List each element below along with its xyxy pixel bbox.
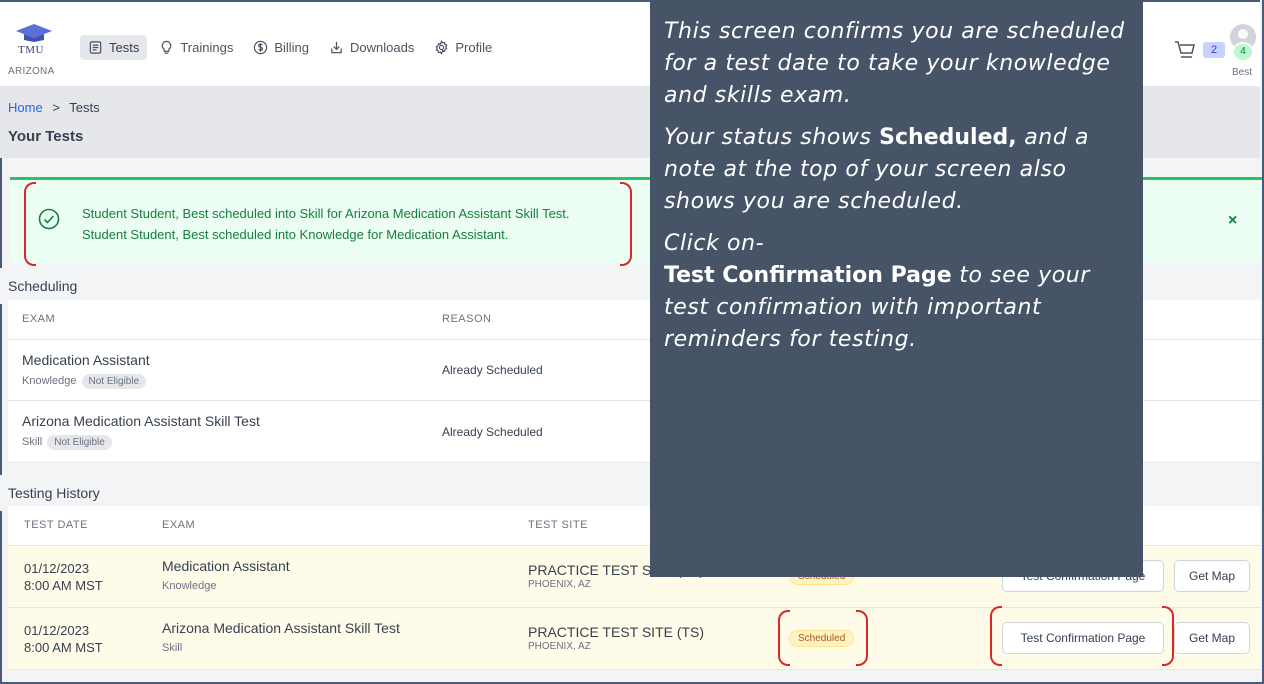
reason-text: Already Scheduled	[442, 363, 543, 377]
test-time: 8:00 AM MST	[24, 640, 103, 655]
nav-tests[interactable]: Tests	[80, 35, 148, 60]
exam-type: Skill	[162, 642, 183, 654]
status-badge: Scheduled	[789, 630, 855, 647]
nav-profile-label: Profile	[455, 40, 493, 55]
callout-status-highlight: Scheduled,	[879, 125, 1017, 150]
lightbulb-icon	[162, 40, 172, 54]
test-date: 01/12/2023	[24, 623, 90, 638]
alert-line-skill: Student Student, Best scheduled into Ski…	[82, 206, 570, 221]
alert-line-knowledge: Student Student, Best scheduled into Kno…	[82, 227, 509, 242]
get-map-button[interactable]: Get Map	[1174, 622, 1250, 654]
breadcrumb-home-link[interactable]: Home	[8, 100, 43, 115]
annotation-bracket-right	[620, 182, 632, 266]
test-date: 01/12/2023	[24, 561, 90, 576]
exam-type: Knowledge Not Eligible	[22, 374, 147, 389]
test-time: 8:00 AM MST	[24, 578, 103, 593]
nav-downloads-label: Downloads	[350, 40, 415, 55]
exam-name: Arizona Medication Assistant Skill Test	[162, 620, 400, 636]
exam-name: Medication Assistant	[162, 558, 290, 574]
test-site: PRACTICE TEST SITE (TS)	[528, 624, 705, 640]
test-city: PHOENIX, AZ	[528, 641, 591, 652]
callout-action-highlight: Test Confirmation Page	[664, 263, 952, 288]
table-row: 01/12/2023 8:00 AM MST Arizona Medicatio…	[8, 608, 1260, 670]
check-circle-icon	[38, 208, 60, 230]
nav-profile[interactable]: Profile	[426, 35, 500, 60]
breadcrumb-current: Tests	[69, 100, 100, 115]
annotation-bracket-left	[990, 606, 1002, 666]
breadcrumb-separator: >	[52, 100, 60, 115]
annotation-bracket-left	[778, 610, 790, 666]
exam-type-label: Skill	[22, 436, 43, 448]
exam-type: Skill Not Eligible	[22, 435, 112, 450]
test-city: PHOENIX, AZ	[528, 579, 591, 590]
nav-trainings[interactable]: Trainings	[151, 35, 241, 60]
main-nav: Tests Trainings Billing Downloads Profil…	[80, 35, 500, 60]
eligibility-badge: Not Eligible	[81, 374, 147, 389]
test-confirmation-button[interactable]: Test Confirmation Page	[1002, 622, 1164, 654]
col-exam: EXAM	[162, 519, 196, 531]
annotation-bracket-right	[856, 610, 868, 666]
page-title: Your Tests	[8, 128, 84, 145]
get-map-button[interactable]: Get Map	[1174, 560, 1250, 592]
nav-trainings-label: Trainings	[180, 40, 234, 55]
alert-message: Student Student, Best scheduled into Ski…	[82, 203, 570, 245]
graduation-cap-icon	[16, 24, 52, 42]
reason-text: Already Scheduled	[442, 425, 543, 439]
exam-type: Knowledge	[162, 580, 217, 592]
callout-status-lead: Your status shows	[664, 125, 880, 150]
col-exam: EXAM	[22, 313, 56, 325]
col-reason: REASON	[442, 313, 492, 325]
annotation-bracket-right	[1162, 606, 1174, 666]
dollar-icon	[254, 40, 268, 55]
alert-close-button[interactable]: ×	[1228, 212, 1237, 230]
history-title: Testing History	[8, 485, 100, 501]
exam-type-label: Knowledge	[22, 375, 77, 387]
callout-action-lead: Click on-	[664, 231, 765, 256]
instruction-callout: This screen confirms you are scheduled f…	[650, 0, 1143, 577]
col-test-date: TEST DATE	[24, 519, 88, 531]
nav-billing-label: Billing	[274, 40, 310, 55]
brand-logo[interactable]: TMU ARIZONA	[6, 22, 66, 78]
tests-icon	[89, 41, 102, 54]
nav-billing[interactable]: Billing	[245, 35, 317, 60]
exam-name: Arizona Medication Assistant Skill Test	[22, 413, 260, 429]
cart-icon[interactable]	[1174, 40, 1196, 60]
eligibility-badge: Not Eligible	[47, 435, 112, 450]
user-level-badge: 4	[1234, 44, 1252, 60]
scheduling-title: Scheduling	[8, 278, 78, 294]
brand-state: ARIZONA	[8, 66, 55, 77]
nav-downloads[interactable]: Downloads	[321, 35, 422, 60]
breadcrumb: Home > Tests	[8, 100, 100, 115]
callout-intro: This screen confirms you are scheduled f…	[664, 19, 1125, 108]
cart-count-badge: 2	[1203, 42, 1225, 58]
exam-name: Medication Assistant	[22, 352, 150, 368]
gear-icon	[435, 40, 448, 55]
col-test-site: TEST SITE	[528, 519, 588, 531]
download-icon	[331, 41, 342, 54]
callout-action: Click on- Test Confirmation Page to see y…	[664, 228, 1129, 356]
callout-status: Your status shows Scheduled, and a note …	[664, 122, 1129, 218]
user-name: Best	[1232, 67, 1253, 78]
annotation-bracket-left	[24, 182, 36, 266]
nav-tests-label: Tests	[109, 40, 140, 55]
brand-name: TMU	[18, 44, 44, 56]
